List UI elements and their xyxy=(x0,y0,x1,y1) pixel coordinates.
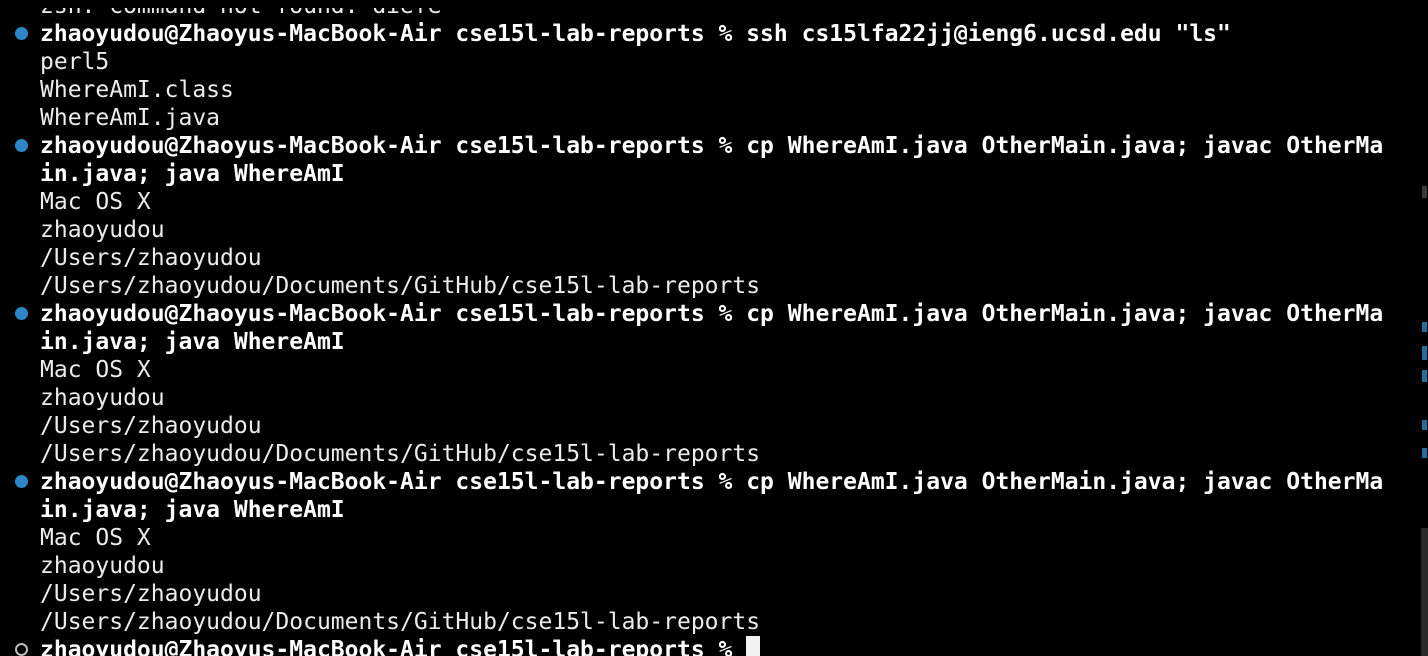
line-text: /Users/zhaoyudou xyxy=(40,413,262,439)
output-line: zsh: command not found: diefe xyxy=(0,0,1410,20)
line-text: zhaoyudou@Zhaoyus-MacBook-Air cse15l-lab… xyxy=(40,469,1384,495)
line-text: /Users/zhaoyudou/Documents/GitHub/cse15l… xyxy=(40,441,761,467)
output-line: zhaoyudou xyxy=(0,384,1410,412)
output-line: Mac OS X xyxy=(0,524,1410,552)
output-line: Mac OS X xyxy=(0,188,1410,216)
minimap-marker xyxy=(1422,322,1427,332)
scrollbar-thumb[interactable] xyxy=(1421,528,1428,656)
minimap-marker xyxy=(1422,186,1427,198)
filled-circle-icon[interactable] xyxy=(15,307,28,320)
command-line: zhaoyudou@Zhaoyus-MacBook-Air cse15l-lab… xyxy=(0,132,1410,160)
output-line: zhaoyudou xyxy=(0,216,1410,244)
line-text: in.java; java WhereAmI xyxy=(40,497,345,523)
command-line: zhaoyudou@Zhaoyus-MacBook-Air cse15l-lab… xyxy=(0,20,1410,48)
output-line: /Users/zhaoyudou/Documents/GitHub/cse15l… xyxy=(0,272,1410,300)
line-text: /Users/zhaoyudou/Documents/GitHub/cse15l… xyxy=(40,609,761,635)
output-line: perl5 xyxy=(0,48,1410,76)
output-line: /Users/zhaoyudou/Documents/GitHub/cse15l… xyxy=(0,608,1410,636)
line-text: in.java; java WhereAmI xyxy=(40,161,345,187)
filled-circle-icon[interactable] xyxy=(15,475,28,488)
command-line: in.java; java WhereAmI xyxy=(0,328,1410,356)
line-text: perl5 xyxy=(40,49,110,75)
line-text: zsh: command not found: diefe xyxy=(40,0,442,19)
output-line: WhereAmI.class xyxy=(0,76,1410,104)
command-line: zhaoyudou@Zhaoyus-MacBook-Air cse15l-lab… xyxy=(0,468,1410,496)
output-line: Mac OS X xyxy=(0,356,1410,384)
minimap-marker xyxy=(1422,346,1427,360)
line-text: WhereAmI.java xyxy=(40,105,221,131)
command-line: zhaoyudou@Zhaoyus-MacBook-Air cse15l-lab… xyxy=(0,300,1410,328)
line-text: zhaoyudou@Zhaoyus-MacBook-Air cse15l-lab… xyxy=(40,133,1384,159)
output-line: /Users/zhaoyudou xyxy=(0,412,1410,440)
terminal-output[interactable]: zsh: command not found: diefe zhaoyudou@Z… xyxy=(0,0,1410,656)
line-text: zhaoyudou xyxy=(40,217,165,243)
command-line: in.java; java WhereAmI xyxy=(0,496,1410,524)
line-text: zhaoyudou@Zhaoyus-MacBook-Air cse15l-lab… xyxy=(40,637,747,656)
line-text: /Users/zhaoyudou xyxy=(40,245,262,271)
line-text: in.java; java WhereAmI xyxy=(40,329,345,355)
line-text: zhaoyudou xyxy=(40,553,165,579)
line-text: WhereAmI.class xyxy=(40,77,234,103)
output-line: /Users/zhaoyudou/Documents/GitHub/cse15l… xyxy=(0,440,1410,468)
hollow-circle-icon[interactable] xyxy=(15,643,28,656)
terminal-window[interactable]: zsh: command not found: diefe zhaoyudou@Z… xyxy=(0,0,1428,656)
line-text: zhaoyudou@Zhaoyus-MacBook-Air cse15l-lab… xyxy=(40,301,1384,327)
output-line: WhereAmI.java xyxy=(0,104,1410,132)
line-text: Mac OS X xyxy=(40,189,151,215)
line-text: /Users/zhaoyudou xyxy=(40,581,262,607)
line-text: zhaoyudou@Zhaoyus-MacBook-Air cse15l-lab… xyxy=(40,21,1231,47)
line-text: Mac OS X xyxy=(40,525,151,551)
line-text: zhaoyudou xyxy=(40,385,165,411)
command-line: in.java; java WhereAmI xyxy=(0,160,1410,188)
line-text: Mac OS X xyxy=(40,357,151,383)
block-cursor-icon[interactable] xyxy=(746,636,761,656)
line-text: /Users/zhaoyudou/Documents/GitHub/cse15l… xyxy=(40,273,761,299)
output-line: /Users/zhaoyudou xyxy=(0,580,1410,608)
output-line: zhaoyudou xyxy=(0,552,1410,580)
prompt-line: zhaoyudou@Zhaoyus-MacBook-Air cse15l-lab… xyxy=(0,636,1410,656)
minimap-marker xyxy=(1422,448,1427,458)
filled-circle-icon[interactable] xyxy=(15,27,28,40)
scrollbar-minimap[interactable] xyxy=(1419,0,1428,656)
minimap-marker xyxy=(1422,370,1427,382)
minimap-marker xyxy=(1422,420,1427,430)
output-line: /Users/zhaoyudou xyxy=(0,244,1410,272)
filled-circle-icon[interactable] xyxy=(15,139,28,152)
